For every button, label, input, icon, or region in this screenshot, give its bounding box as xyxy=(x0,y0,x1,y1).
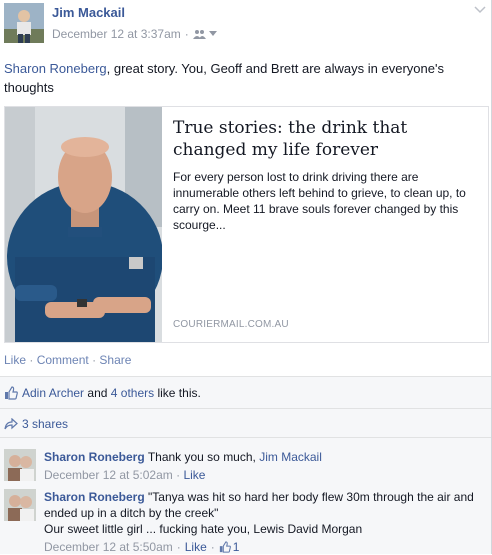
post-timestamp[interactable]: December 12 at 3:37am xyxy=(52,27,181,41)
link-preview-image[interactable] xyxy=(5,107,162,342)
comment-item: Sharon Roneberg Thank you so much, Jim M… xyxy=(4,449,488,489)
author-avatar[interactable] xyxy=(4,3,44,43)
post-meta: December 12 at 3:37am · xyxy=(52,27,217,41)
likes-others-link[interactable]: 4 others xyxy=(111,386,154,400)
comment-link[interactable]: Comment xyxy=(37,353,89,367)
like-link[interactable]: Like xyxy=(4,353,26,367)
post-author[interactable]: Jim Mackail xyxy=(52,5,125,20)
comment-author[interactable]: Sharon Roneberg xyxy=(44,490,145,504)
author-photo xyxy=(4,3,44,43)
link-preview-description: For every person lost to drink driving t… xyxy=(173,170,466,232)
comment-like-link[interactable]: Like xyxy=(183,468,205,482)
comment-text-line2: Our sweet little girl ... fucking hate y… xyxy=(44,522,363,536)
likes-and: and xyxy=(87,386,108,400)
feed-post: Jim Mackail December 12 at 3:37am · Shar… xyxy=(0,0,492,554)
comment-like-count-value: 1 xyxy=(232,540,240,554)
comment-timestamp[interactable]: December 12 at 5:02am xyxy=(44,468,173,482)
comment-meta: December 12 at 5:02am · Like xyxy=(44,467,484,483)
chevron-down-icon xyxy=(208,31,217,36)
shares-summary: 3 shares xyxy=(0,408,491,437)
link-preview-card[interactable]: True stories: the drink that changed my … xyxy=(4,106,489,343)
post-header: Jim Mackail December 12 at 3:37am · xyxy=(4,3,488,43)
post-actions: Like · Comment · Share xyxy=(4,353,131,367)
comment-author[interactable]: Sharon Roneberg xyxy=(44,450,145,464)
likes-summary: Adin Archer and 4 others like this. xyxy=(0,376,491,408)
thumbs-up-icon xyxy=(219,541,231,553)
share-arrow-icon xyxy=(4,418,18,430)
link-preview-body: True stories: the drink that changed my … xyxy=(173,117,479,233)
comment-meta-separator: · xyxy=(210,540,215,554)
liker-name[interactable]: Adin Archer xyxy=(22,386,84,400)
paramedic-photo xyxy=(5,107,162,342)
post-options-chevron[interactable] xyxy=(474,3,486,17)
chevron-down-icon xyxy=(474,6,486,14)
post-message: Sharon Roneberg, great story. You, Geoff… xyxy=(4,59,488,97)
commenter-avatar[interactable] xyxy=(4,449,36,481)
friends-icon xyxy=(192,30,206,39)
comment-item: Sharon Roneberg "Tanya was hit so hard h… xyxy=(4,489,488,555)
mention-link[interactable]: Sharon Roneberg xyxy=(4,61,107,76)
comment-meta: December 12 at 5:50am · Like · 1 xyxy=(44,539,484,555)
comment-timestamp[interactable]: December 12 at 5:50am xyxy=(44,539,173,555)
meta-separator: · xyxy=(184,27,189,41)
comment-body: Sharon Roneberg "Tanya was hit so hard h… xyxy=(44,489,484,555)
commenter-avatar[interactable] xyxy=(4,489,36,521)
comment-meta-separator: · xyxy=(176,468,181,482)
commenter-photo xyxy=(4,449,36,481)
comment-mention[interactable]: Jim Mackail xyxy=(259,450,322,464)
audience-selector[interactable] xyxy=(192,29,217,39)
comment-body: Sharon Roneberg Thank you so much, Jim M… xyxy=(44,449,484,483)
comment-meta-separator: · xyxy=(176,540,181,554)
thumbs-up-icon xyxy=(5,386,18,400)
action-separator: · xyxy=(29,353,34,367)
shares-count-link[interactable]: 3 shares xyxy=(22,417,68,431)
comment-text: Thank you so much, xyxy=(147,450,256,464)
share-link[interactable]: Share xyxy=(99,353,131,367)
comment-like-link[interactable]: Like xyxy=(185,539,207,555)
commenter-photo xyxy=(4,489,36,521)
comment-like-count[interactable]: 1 xyxy=(219,539,240,555)
link-preview-source: COURIERMAIL.COM.AU xyxy=(173,319,289,330)
likes-suffix: like this. xyxy=(157,386,201,400)
action-separator: · xyxy=(92,353,97,367)
comments-section: Sharon Roneberg Thank you so much, Jim M… xyxy=(0,437,491,554)
link-preview-title[interactable]: True stories: the drink that changed my … xyxy=(173,117,479,161)
